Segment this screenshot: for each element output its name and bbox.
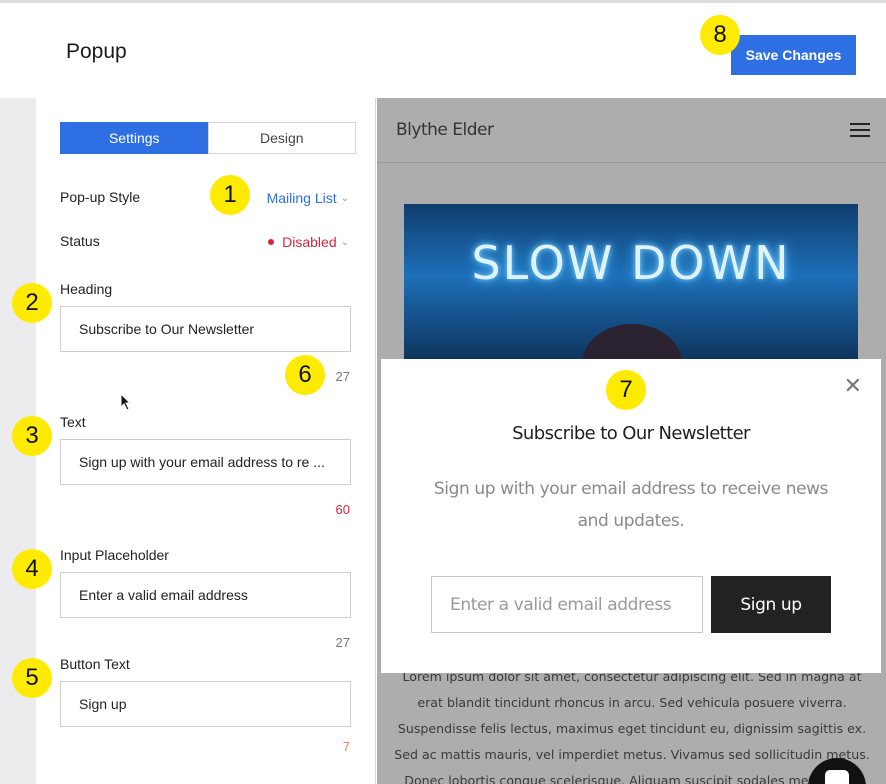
text-char-count: 60 [335,502,350,517]
status-dropdown[interactable]: Disabled ⌄ [268,234,349,250]
chevron-down-icon: ⌄ [340,192,349,204]
popup-heading: Subscribe to Our Newsletter [512,423,750,444]
hero-neon-text: SLOW DOWN [471,236,791,290]
hero-person-silhouette [582,324,682,364]
button-text-input[interactable]: Sign up [60,681,351,727]
popup-editor-screen: Popup Save Changes Settings Design Pop-u… [0,0,886,784]
input-placeholder-char-count: 27 [335,635,350,650]
close-icon[interactable]: ✕ [844,375,862,397]
tab-settings[interactable]: Settings [61,123,208,153]
site-header: Blythe Elder [377,98,886,163]
input-placeholder-label: Input Placeholder [60,547,169,563]
status-label: Status [60,233,100,249]
callout-2: 2 [12,283,52,323]
popup-email-input[interactable]: Enter a valid email address [431,576,703,633]
callout-7: 7 [606,370,646,410]
text-label: Text [60,414,86,430]
input-placeholder-input[interactable]: Enter a valid email address [60,572,351,618]
popup-signup-button[interactable]: Sign up [711,576,831,633]
page-title: Popup [66,40,127,63]
save-changes-button[interactable]: Save Changes [731,35,856,75]
popup-style-label: Pop-up Style [60,189,141,205]
panel-tabs: Settings Design [60,122,356,154]
button-text-char-count: 7 [342,739,350,754]
header: Popup Save Changes [0,3,886,98]
popup-style-value: Mailing List [266,190,337,206]
chevron-down-icon: ⌄ [340,236,349,248]
callout-5: 5 [12,658,52,698]
body-paragraph: Lorem ipsum dolor sit amet, consectetur … [394,669,870,784]
heading-label: Heading [60,281,113,297]
hero-image: SLOW DOWN [404,204,858,364]
popup-style-dropdown[interactable]: Mailing List ⌄ [267,190,349,206]
heading-input[interactable]: Subscribe to Our Newsletter [60,306,351,352]
tab-design[interactable]: Design [207,122,356,154]
site-name: Blythe Elder [396,120,494,140]
callout-1: 1 [210,175,250,215]
text-input[interactable]: Sign up with your email address to re ..… [60,439,351,485]
mouse-cursor-icon [120,393,132,411]
callout-6: 6 [285,355,325,395]
heading-char-count: 27 [335,369,350,384]
callout-3: 3 [12,416,52,456]
button-text-label: Button Text [60,656,130,672]
status-dot-icon [268,239,275,245]
settings-panel: Settings Design Pop-up Style Mailing Lis… [36,98,376,784]
status-value: Disabled [282,234,337,250]
hamburger-menu-icon[interactable] [850,123,870,137]
callout-8: 8 [700,15,740,55]
callout-4: 4 [12,549,52,589]
popup-text: Sign up with your email address to recei… [433,479,829,531]
